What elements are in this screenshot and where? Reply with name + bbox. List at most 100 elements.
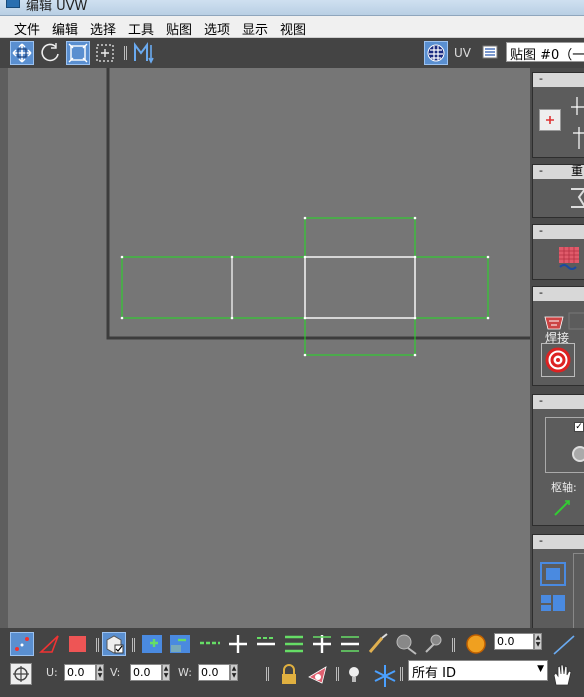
uv-face-selected[interactable] — [304, 256, 416, 319]
soft-selection-button[interactable] — [464, 632, 488, 656]
u-value-field[interactable]: 0.0 — [64, 664, 96, 681]
light-toggle-button[interactable] — [344, 663, 368, 687]
w-value-field[interactable]: 0.0 — [198, 664, 230, 681]
uv-face-top[interactable] — [304, 217, 416, 258]
rp-collapse-toggle[interactable]: - — [533, 535, 584, 549]
u-spinner-arrows[interactable]: ▲ ▼ — [96, 664, 104, 681]
freeze-button[interactable] — [372, 663, 396, 687]
uv-face-left[interactable] — [121, 256, 233, 319]
vertex-icon — [15, 637, 29, 651]
rp-collapse-toggle[interactable]: - — [533, 287, 584, 301]
stitch-icon[interactable] — [557, 245, 583, 275]
menu-options[interactable]: 选项 — [204, 19, 230, 38]
menu-edit[interactable]: 编辑 — [52, 19, 78, 38]
loop-button[interactable] — [198, 632, 222, 656]
checker-map-button[interactable] — [424, 41, 448, 65]
v-spinner-arrows[interactable]: ▲ ▼ — [162, 664, 170, 681]
rotate-tool-button[interactable] — [38, 41, 62, 65]
element-mode-button[interactable] — [102, 632, 126, 656]
uv-mesh[interactable] — [120, 216, 490, 357]
absolute-offset-toggle[interactable] — [10, 663, 32, 685]
rp-collapse-toggle[interactable]: -重 — [533, 165, 584, 179]
toolbar-separator — [336, 667, 339, 681]
paintbrush-icon — [368, 633, 388, 653]
w-label: W: — [178, 666, 192, 679]
rp-collapse-toggle[interactable]: - — [533, 395, 584, 409]
shrink-selection-button[interactable] — [168, 632, 192, 656]
target-crosshair-icon — [13, 666, 29, 682]
ring-button[interactable] — [282, 632, 306, 656]
falloff-spinner-arrows[interactable]: ▲ ▼ — [534, 633, 542, 650]
list-icon — [482, 45, 498, 59]
v-value-field[interactable]: 0.0 — [130, 664, 162, 681]
rp-collapse-toggle[interactable]: - — [533, 225, 584, 239]
v-label: V: — [110, 666, 121, 679]
pivot-checkbox[interactable]: ✓ — [574, 422, 584, 432]
hide-show-button[interactable] — [306, 663, 330, 687]
menu-view[interactable]: 视图 — [280, 19, 306, 38]
w-spinner-arrows[interactable]: ▲ ▼ — [230, 664, 238, 681]
pack-icon[interactable] — [539, 561, 567, 617]
pick-pivot-icon[interactable] — [551, 495, 575, 519]
uv-canvas[interactable] — [8, 68, 530, 628]
lightbulb-icon — [349, 667, 359, 682]
hand-icon — [553, 664, 572, 686]
falloff-curve-icon[interactable] — [552, 634, 576, 656]
uv-edit-viewport[interactable] — [8, 68, 530, 628]
plus-icon — [313, 635, 331, 653]
mirror-button[interactable] — [132, 41, 156, 65]
face-icon — [69, 636, 86, 652]
rp-section-pivot: - ✓ 枢轴: — [532, 394, 584, 526]
weld-target-button[interactable] — [541, 343, 575, 377]
rotate-icon — [41, 43, 59, 62]
chevron-down-icon: ▼ — [537, 664, 544, 674]
toolbar-separator — [266, 667, 269, 681]
rp-section-reshape: -重 — [532, 164, 584, 218]
menu-display[interactable]: 显示 — [242, 19, 268, 38]
paint-shrink-button[interactable] — [422, 632, 446, 656]
vertex-mode-button[interactable] — [10, 632, 34, 656]
paint-grow-button[interactable] — [394, 632, 418, 656]
rp-section-arrange: - — [532, 534, 584, 630]
face-mode-button[interactable] — [66, 632, 90, 656]
menu-mapping[interactable]: 贴图 — [166, 19, 192, 38]
move-tool-button[interactable] — [10, 41, 34, 65]
app-icon — [6, 0, 20, 8]
rp-collapse-toggle[interactable]: - — [533, 73, 584, 87]
paint-select-button[interactable] — [366, 632, 390, 656]
map-select-dropdown[interactable]: 贴图 #0（一 — [506, 42, 584, 62]
falloff-spinner[interactable]: 0.0 — [494, 633, 534, 650]
pan-tool-button[interactable] — [550, 663, 574, 687]
material-id-filter-dropdown[interactable]: 所有 ID ▼ — [408, 660, 548, 681]
align-pivot-button[interactable] — [539, 109, 561, 131]
menu-tools[interactable]: 工具 — [128, 19, 154, 38]
bottom-toolbar-area: 0.0 ▲▼ U: 0.0 ▲▼ V: 0.0 ▲▼ W: 0.0 ▲▼ — [0, 628, 584, 697]
freeform-icon — [96, 44, 114, 62]
map-list-button[interactable] — [480, 41, 500, 65]
pivot-options-box: ✓ — [545, 417, 584, 473]
loop-grow-button[interactable] — [226, 632, 250, 656]
freeform-tool-button[interactable] — [94, 41, 118, 65]
u-label: U: — [46, 666, 58, 679]
ring-icon — [285, 635, 303, 653]
grow-selection-button[interactable] — [140, 632, 164, 656]
lock-icon — [282, 664, 296, 684]
minus-icon — [341, 636, 359, 652]
ring-grow-button[interactable] — [310, 632, 334, 656]
menu-file[interactable]: 文件 — [14, 19, 40, 38]
uv-face-center-left[interactable] — [231, 256, 306, 319]
gizmo-icon — [572, 446, 584, 462]
lock-selection-button[interactable] — [278, 663, 302, 687]
plus-icon — [229, 635, 247, 653]
scale-tool-button[interactable] — [66, 41, 90, 65]
straighten-icon[interactable] — [569, 185, 584, 211]
toolbar-separator — [452, 638, 455, 652]
uv-face-right[interactable] — [414, 256, 489, 319]
loop-shrink-button[interactable] — [254, 632, 278, 656]
checker-sphere-icon — [427, 44, 445, 62]
align-arrows-icon[interactable] — [567, 93, 584, 153]
menu-select[interactable]: 选择 — [90, 19, 116, 38]
ring-shrink-button[interactable] — [338, 632, 362, 656]
mirror-icon — [134, 42, 154, 64]
edge-mode-button[interactable] — [38, 632, 62, 656]
